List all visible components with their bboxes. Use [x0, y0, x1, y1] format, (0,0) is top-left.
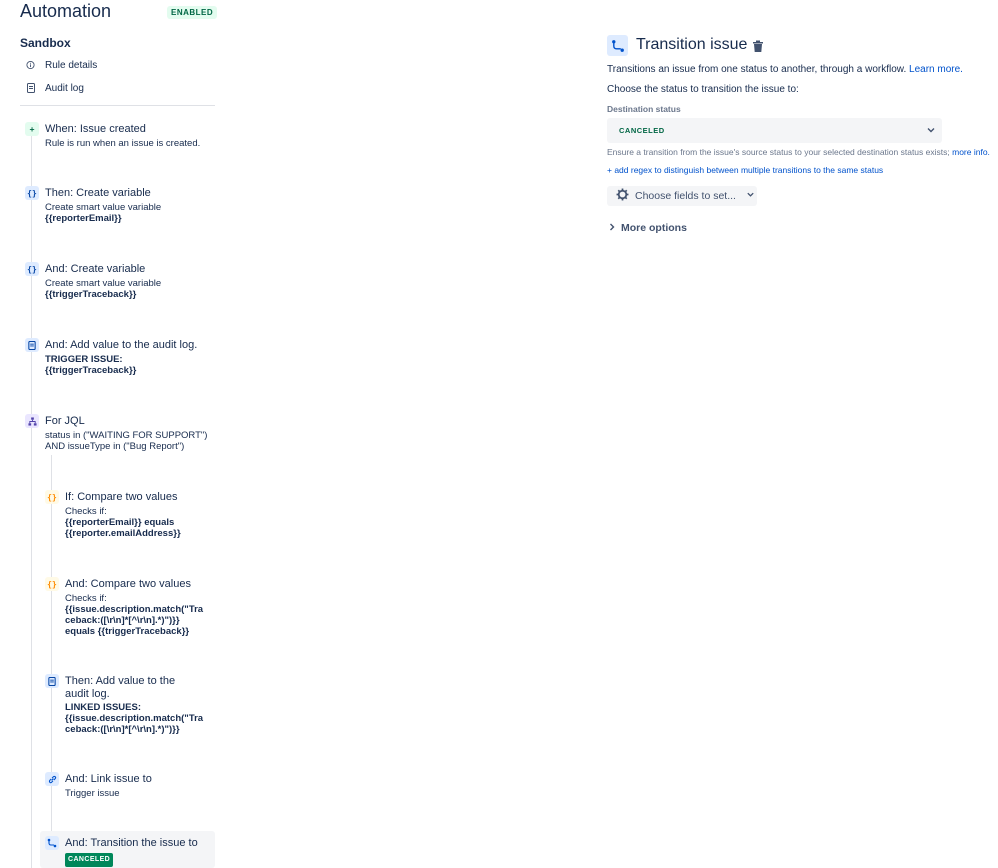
- step-desc: Checks if:: [65, 506, 107, 517]
- step-trigger[interactable]: + When: Issue created Rule is run when a…: [25, 122, 215, 152]
- timeline-line: [31, 136, 32, 868]
- step-desc: Checks if:: [65, 593, 107, 604]
- step-desc: AND issueType in ("Bug Report"): [45, 441, 185, 452]
- panel-title: Transition issue: [636, 36, 748, 53]
- document-icon: [26, 83, 35, 94]
- step-title: For JQL: [45, 415, 85, 427]
- nav-audit-log[interactable]: Audit log: [26, 80, 84, 96]
- ensure-transition-hint: Ensure a transition from the issue's sou…: [607, 147, 990, 157]
- add-regex-link[interactable]: + add regex to distinguish between multi…: [607, 165, 883, 175]
- step-title: And: Transition the issue to: [65, 837, 198, 849]
- step-desc-bold: ceback:([\r\n]*[^\r\n].*)")}}: [65, 615, 180, 626]
- choose-fields-button[interactable]: Choose fields to set...: [607, 186, 757, 206]
- nav-label: Rule details: [45, 59, 98, 71]
- destination-status-label: Destination status: [607, 104, 681, 114]
- step-branch-jql[interactable]: For JQL status in ("WAITING FOR SUPPORT"…: [25, 414, 215, 454]
- step-desc-bold: {{reporter.emailAddress}}: [65, 528, 181, 539]
- description-text: Transitions an issue from one status to …: [607, 64, 907, 75]
- status-badge: CANCELED: [65, 853, 114, 867]
- page-title: Automation: [20, 1, 112, 21]
- trash-icon[interactable]: [752, 40, 764, 53]
- info-icon: [26, 60, 35, 71]
- step-title: audit log.: [65, 688, 110, 700]
- destination-status-value: CANCELED: [619, 126, 665, 135]
- step-desc: status in ("WAITING FOR SUPPORT"): [45, 430, 208, 441]
- step-condition-compare[interactable]: {} If: Compare two values Checks if: {{r…: [45, 490, 215, 542]
- document-icon: [25, 338, 39, 352]
- step-desc: Create smart value variable: [45, 202, 162, 213]
- step-title: When: Issue created: [45, 123, 146, 135]
- destination-status-select[interactable]: CANCELED: [607, 118, 942, 143]
- step-title: And: Compare two values: [65, 578, 191, 590]
- step-desc: Rule is run when an issue is created.: [45, 138, 201, 149]
- step-create-variable[interactable]: {} And: Create variable Create smart val…: [25, 262, 215, 302]
- document-icon: [45, 674, 59, 688]
- braces-icon: {}: [45, 577, 59, 591]
- link-icon: [45, 772, 59, 786]
- step-desc-bold: TRIGGER ISSUE:: [45, 354, 123, 365]
- step-desc-bold: equals {{triggerTraceback}}: [65, 626, 190, 637]
- step-desc-bold: ceback:([\r\n]*[^\r\n].*)")}}: [65, 724, 180, 735]
- more-options-toggle[interactable]: More options: [609, 222, 687, 234]
- step-audit-log[interactable]: Then: Add value to the audit log. LINKED…: [45, 674, 215, 738]
- more-options-label: More options: [621, 222, 687, 234]
- chevron-down-icon: [746, 190, 755, 202]
- project-name: Sandbox: [20, 36, 71, 50]
- step-title: And: Add value to the audit log.: [45, 339, 198, 351]
- learn-more-link[interactable]: Learn more.: [909, 64, 963, 75]
- transition-icon: [607, 35, 628, 56]
- step-audit-log[interactable]: And: Add value to the audit log. TRIGGER…: [25, 338, 215, 378]
- transition-icon: [45, 836, 59, 850]
- step-desc-bold: {{triggerTraceback}}: [45, 365, 137, 376]
- step-title: Then: Create variable: [45, 187, 151, 199]
- step-desc-bold: {{reporterEmail}}: [45, 213, 122, 224]
- choose-status-label: Choose the status to transition the issu…: [607, 84, 799, 95]
- step-transition-issue[interactable]: And: Transition the issue to CANCELED: [45, 836, 215, 867]
- divider: [20, 105, 215, 106]
- step-condition-compare[interactable]: {} And: Compare two values Checks if: {{…: [45, 577, 215, 641]
- step-desc-bold: {{reporterEmail}} equals: [65, 517, 175, 528]
- step-desc-bold: {{issue.description.match("Tra: [65, 713, 204, 724]
- step-desc-bold: {{issue.description.match("Tra: [65, 604, 204, 615]
- more-info-link[interactable]: more info.: [952, 147, 990, 157]
- choose-fields-label: Choose fields to set...: [635, 190, 736, 202]
- ensure-text: Ensure a transition from the issue's sou…: [607, 147, 950, 157]
- step-desc-bold: {{triggerTraceback}}: [45, 289, 137, 300]
- branch-icon: [25, 414, 39, 428]
- nav-label: Audit log: [45, 82, 84, 94]
- braces-icon: {}: [45, 490, 59, 504]
- panel-description: Transitions an issue from one status to …: [607, 64, 963, 75]
- plus-icon: +: [25, 122, 39, 136]
- chevron-down-icon: [926, 125, 936, 135]
- gear-icon: [616, 188, 629, 204]
- step-create-variable[interactable]: {} Then: Create variable Create smart va…: [25, 186, 215, 226]
- step-title: And: Create variable: [45, 263, 146, 275]
- braces-icon: {}: [25, 186, 39, 200]
- step-desc: Create smart value variable: [45, 278, 162, 289]
- step-desc-bold: LINKED ISSUES:: [65, 702, 142, 713]
- braces-icon: {}: [25, 262, 39, 276]
- step-title: Then: Add value to the: [65, 675, 176, 687]
- step-title: And: Link issue to: [65, 773, 152, 785]
- chevron-right-icon: [609, 222, 615, 234]
- step-desc: Trigger issue: [65, 788, 120, 799]
- status-badge: ENABLED: [167, 6, 218, 19]
- step-title: If: Compare two values: [65, 491, 178, 503]
- nav-rule-details[interactable]: Rule details: [26, 57, 97, 73]
- step-link-issue[interactable]: And: Link issue to Trigger issue: [45, 772, 215, 802]
